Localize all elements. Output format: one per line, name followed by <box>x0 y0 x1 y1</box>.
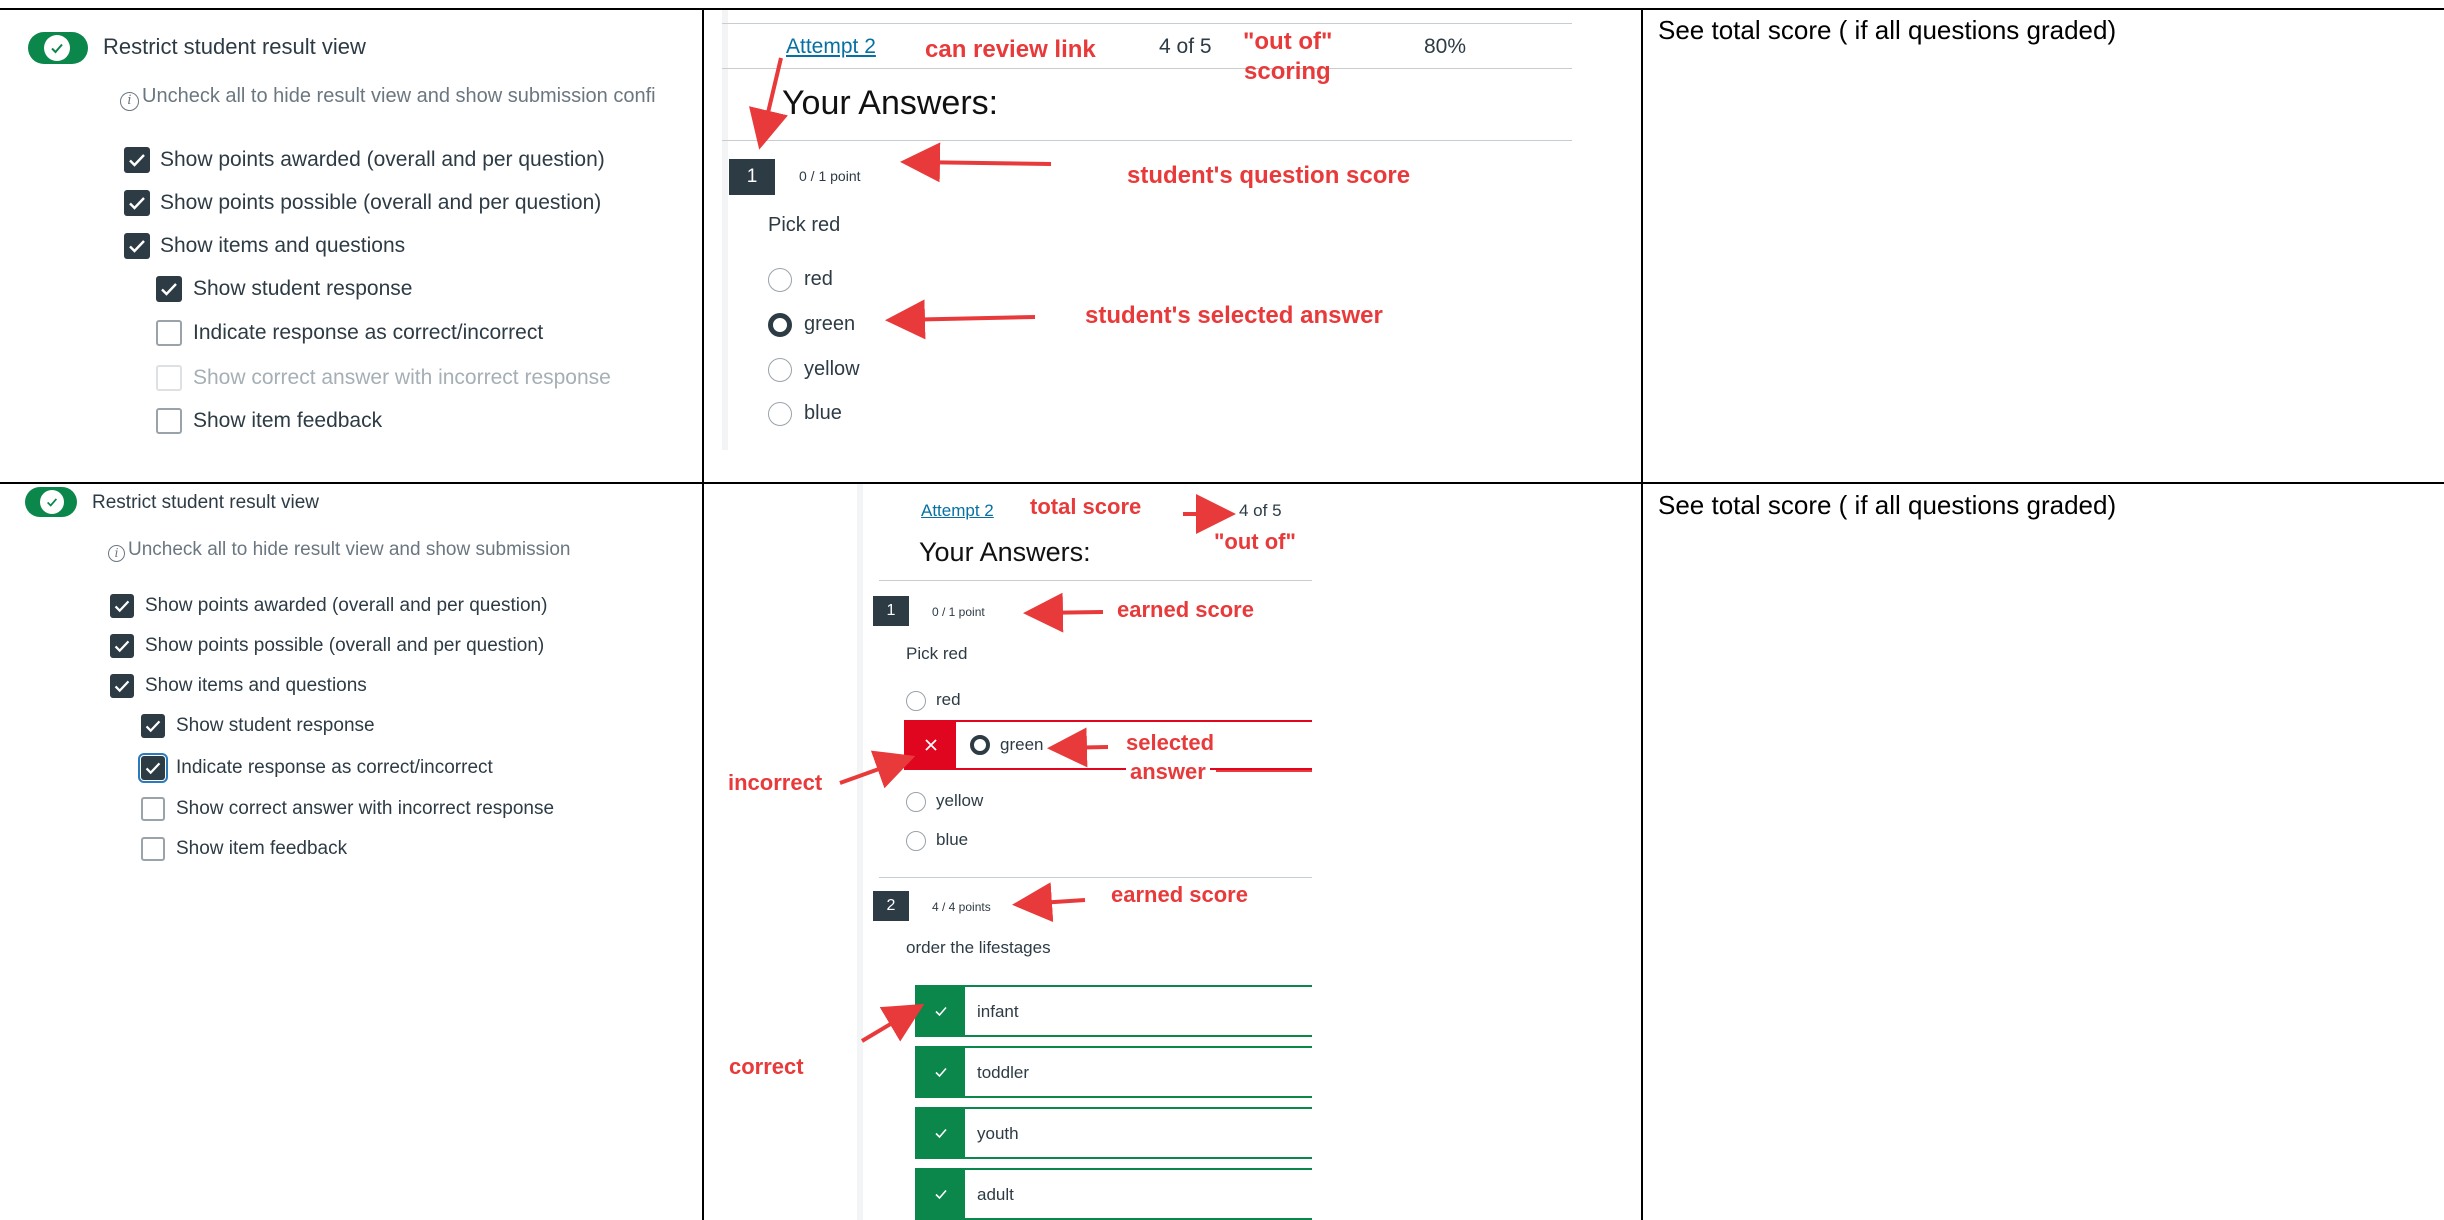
arrow-question-score <box>900 142 1052 183</box>
annotation-arrows <box>749 57 1312 1043</box>
arrow-selected-answer <box>885 299 1036 340</box>
arrow-earned-score-2 <box>1012 882 1086 923</box>
arrow-review-link <box>749 57 788 150</box>
arrow-selected-green <box>1047 727 1109 768</box>
arrow-correct <box>860 1003 925 1043</box>
arrow-earned-score-1 <box>1023 592 1104 633</box>
arrow-incorrect <box>839 750 916 789</box>
